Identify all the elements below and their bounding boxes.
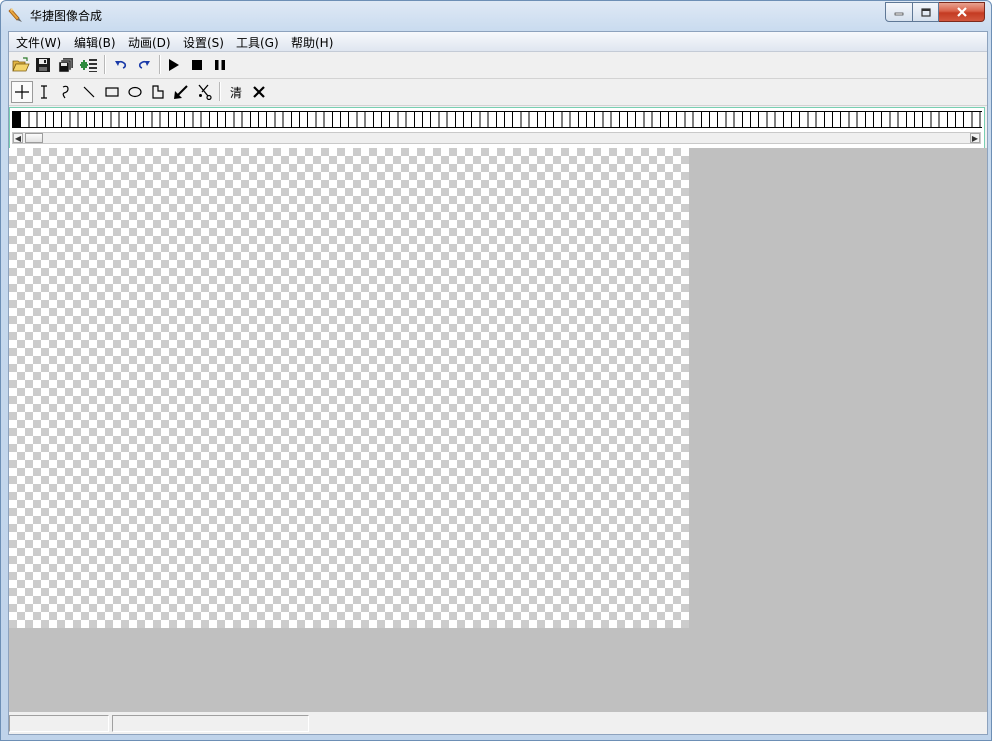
menu-animation[interactable]: 动画(D) — [128, 34, 171, 51]
image-canvas[interactable] — [9, 148, 689, 628]
client-area: 文件(W) 编辑(B) 动画(D) 设置(S) 工具(G) 帮助(H) 清 ◀ … — [8, 31, 988, 735]
fill-tool-button[interactable] — [170, 81, 192, 103]
close-button[interactable] — [939, 2, 985, 22]
crosshair-icon — [15, 85, 29, 99]
fill-arrow-icon — [174, 85, 188, 99]
save-all-icon — [58, 58, 73, 73]
menu-file[interactable]: 文件(W) — [16, 34, 61, 51]
main-toolbar — [9, 52, 987, 79]
menu-tools[interactable]: 工具(G) — [236, 34, 279, 51]
scroll-thumb[interactable] — [25, 133, 43, 143]
undo-icon — [115, 60, 127, 69]
status-pane-2 — [112, 715, 309, 732]
redo-icon — [138, 60, 150, 69]
menu-edit[interactable]: 编辑(B) — [74, 34, 116, 51]
line-icon — [83, 86, 95, 98]
open-folder-icon — [12, 57, 30, 72]
curve-tool-button[interactable] — [55, 81, 77, 103]
ellipse-icon — [128, 86, 142, 98]
status-pane-1 — [9, 715, 109, 732]
toolbar-separator — [159, 55, 161, 74]
rectangle-tool-button[interactable] — [101, 81, 123, 103]
ellipse-tool-button[interactable] — [124, 81, 146, 103]
window-controls — [885, 2, 985, 22]
window-title: 华捷图像合成 — [30, 9, 103, 23]
stop-icon — [192, 60, 202, 70]
clear-button[interactable]: 清 — [225, 81, 247, 103]
menu-settings[interactable]: 设置(S) — [183, 34, 224, 51]
close-x-icon — [253, 86, 265, 98]
scissors-icon — [198, 84, 212, 100]
selected-frame[interactable] — [12, 111, 21, 128]
pause-button[interactable] — [209, 54, 231, 76]
frame-cells[interactable] — [12, 111, 982, 128]
save-icon — [36, 58, 50, 72]
save-button[interactable] — [32, 54, 54, 76]
scroll-right-button[interactable]: ▶ — [970, 133, 980, 143]
polygon-tool-button[interactable] — [147, 81, 169, 103]
title-bar[interactable]: 华捷图像合成 — [1, 1, 991, 31]
freehand-curve-icon — [62, 85, 69, 99]
text-cursor-icon — [41, 85, 47, 99]
scroll-left-button[interactable]: ◀ — [13, 133, 23, 143]
minimize-button[interactable] — [885, 2, 913, 22]
toolbar-separator — [104, 55, 106, 74]
open-button[interactable] — [10, 54, 32, 76]
redo-button[interactable] — [133, 54, 155, 76]
close-icon — [956, 7, 967, 17]
maximize-icon — [920, 7, 931, 17]
rectangle-icon — [105, 87, 119, 97]
play-button[interactable] — [163, 54, 185, 76]
menu-help[interactable]: 帮助(H) — [291, 34, 333, 51]
workspace — [9, 148, 987, 712]
undo-button[interactable] — [110, 54, 132, 76]
select-tool-button[interactable] — [11, 81, 33, 103]
minimize-icon — [894, 12, 904, 16]
maximize-button[interactable] — [913, 2, 939, 22]
save-all-button[interactable] — [55, 54, 77, 76]
delete-button[interactable] — [248, 81, 270, 103]
text-tool-button[interactable] — [33, 81, 55, 103]
polygon-icon — [152, 85, 164, 99]
add-frames-icon — [80, 59, 97, 72]
frame-scrollbar[interactable]: ◀ ▶ — [12, 132, 981, 144]
status-bar — [9, 713, 987, 734]
pause-icon — [215, 60, 225, 70]
frame-strip: ◀ ▶ — [9, 107, 985, 149]
drawing-toolbar: 清 — [9, 79, 987, 106]
menu-bar: 文件(W) 编辑(B) 动画(D) 设置(S) 工具(G) 帮助(H) — [9, 32, 987, 52]
app-window: 华捷图像合成 文件(W) 编辑(B) 动画(D) 设置(S) 工具(G) 帮助(… — [0, 0, 992, 741]
stop-button[interactable] — [186, 54, 208, 76]
line-tool-button[interactable] — [78, 81, 100, 103]
app-brush-icon — [8, 8, 22, 22]
cut-tool-button[interactable] — [193, 81, 215, 103]
add-frames-button[interactable] — [78, 54, 100, 76]
toolbar-separator — [219, 82, 221, 101]
play-icon — [169, 59, 179, 71]
